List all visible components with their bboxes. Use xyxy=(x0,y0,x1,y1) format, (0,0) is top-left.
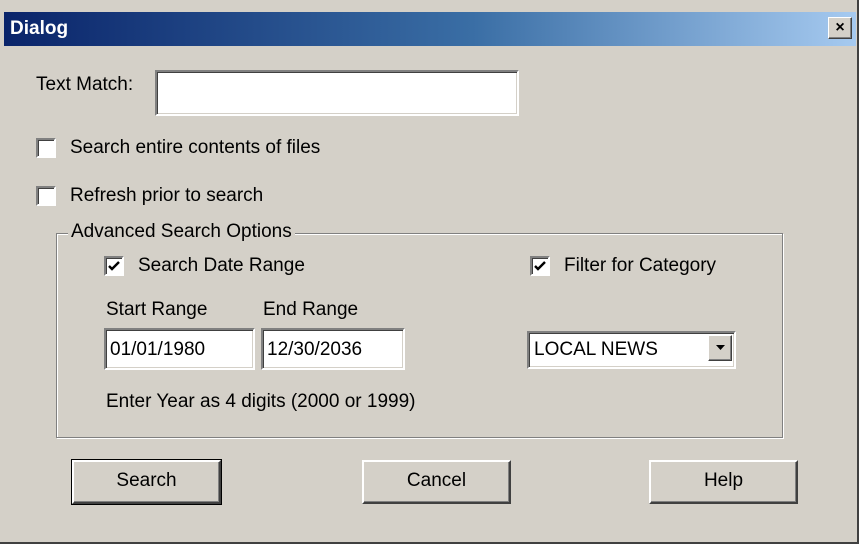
end-range-label: End Range xyxy=(263,299,359,320)
refresh-label: Refresh prior to search xyxy=(70,185,264,206)
close-icon: × xyxy=(835,19,845,36)
date-range-label: Search Date Range xyxy=(138,255,305,276)
dropdown-button[interactable] xyxy=(708,335,732,361)
refresh-checkbox[interactable] xyxy=(36,186,56,206)
date-range-checkbox[interactable] xyxy=(104,256,124,276)
category-filter-label: Filter for Category xyxy=(564,255,717,276)
category-filter-checkbox[interactable] xyxy=(530,256,550,276)
end-range-input[interactable]: 12/30/2036 xyxy=(261,328,405,370)
text-match-input[interactable] xyxy=(155,70,519,116)
start-range-label: Start Range xyxy=(106,299,208,320)
dialog-window: Dialog × Text Match: Search entire conte… xyxy=(0,0,859,544)
checkmark-icon xyxy=(534,261,546,271)
year-hint-text: Enter Year as 4 digits (2000 or 1999) xyxy=(106,391,416,412)
text-match-label: Text Match: xyxy=(36,74,134,95)
chevron-down-icon xyxy=(716,345,725,350)
search-button[interactable]: Search xyxy=(71,459,222,505)
window-title: Dialog xyxy=(10,18,69,39)
cancel-button[interactable]: Cancel xyxy=(362,460,511,504)
title-bar[interactable]: Dialog × xyxy=(4,12,856,46)
close-button[interactable]: × xyxy=(828,17,852,39)
category-select[interactable]: LOCAL NEWS xyxy=(527,331,736,369)
advanced-options-legend: Advanced Search Options xyxy=(68,221,295,243)
start-range-input[interactable]: 01/01/1980 xyxy=(104,328,255,370)
help-button[interactable]: Help xyxy=(649,460,798,504)
search-contents-label: Search entire contents of files xyxy=(70,137,321,158)
checkmark-icon xyxy=(108,261,120,271)
search-contents-checkbox[interactable] xyxy=(36,138,56,158)
